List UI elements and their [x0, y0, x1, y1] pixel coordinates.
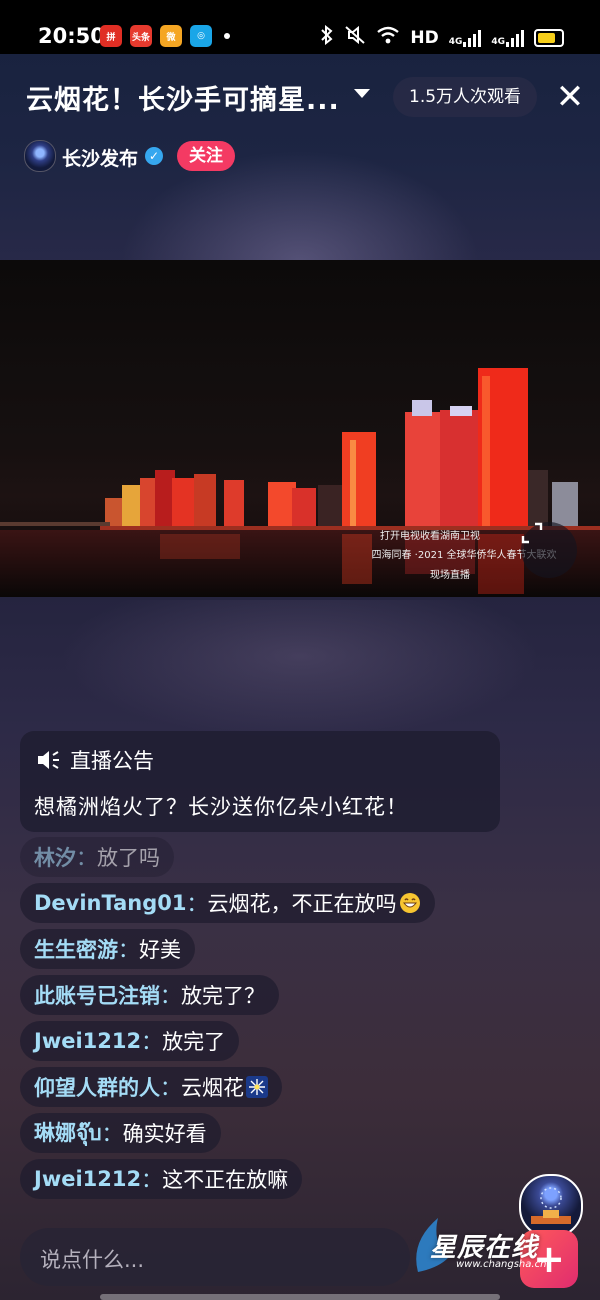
status-app-icons: 拼头条微 ◎ [100, 25, 230, 47]
follow-button[interactable]: 关注 [177, 141, 235, 171]
status-time: 20:50 [38, 24, 105, 48]
verified-icon: ✓ [145, 147, 163, 165]
signal-2: 4G [491, 29, 524, 47]
app-icon: ◎ [190, 25, 212, 47]
comment-item[interactable]: 琳娜จุ๊บ：确实好看 [20, 1113, 221, 1153]
comment-separator: ： [76, 846, 97, 870]
comment-item[interactable]: 生生密游：好美 [20, 929, 195, 969]
comment-text: 放了吗 [97, 846, 160, 870]
fireworks-emoji-icon [244, 1076, 268, 1098]
comment-separator: ： [141, 1168, 163, 1192]
comment-item[interactable]: 此账号已注销：放完了？ [20, 975, 279, 1015]
toutiao-icon: 头条 [130, 25, 152, 47]
weibo-icon: 微 [160, 25, 182, 47]
comment-item[interactable]: Jwei1212：这不正在放嘛 [20, 1159, 303, 1199]
bluetooth-icon [320, 24, 334, 50]
background-glow-lower [60, 600, 540, 740]
account-avatar[interactable] [24, 140, 56, 172]
status-indicators: HD 4G 4G [320, 24, 564, 50]
battery-icon [534, 28, 564, 47]
announcement-body: 想橘洲焰火了？长沙送你亿朵小红花！ [34, 795, 408, 819]
signal-bars-1-icon [463, 29, 482, 47]
comment-placeholder: 说点什么... [40, 1248, 145, 1272]
comment-text: 确实好看 [122, 1122, 207, 1146]
comment-text: 好美 [139, 938, 181, 962]
viewer-count: 1.5万人次观看 [393, 77, 538, 117]
comment-item[interactable]: Jwei1212：放完了 [20, 1021, 240, 1061]
more-notifications-icon [224, 33, 230, 39]
comment-item[interactable]: DevinTang01：云烟花，不正在放吗 [20, 883, 435, 923]
comment-username[interactable]: 仰望人群的人 [34, 1072, 160, 1102]
comment-username[interactable]: Jwei1212 [34, 1167, 141, 1191]
comment-separator: ： [160, 1076, 181, 1100]
announcement-title: 直播公告 [70, 749, 154, 773]
comment-username[interactable]: 此账号已注销 [34, 980, 160, 1010]
live-announcement: 直播公告 想橘洲焰火了？长沙送你亿朵小红花！ [20, 731, 500, 832]
hd-label: HD [410, 27, 439, 48]
comment-username[interactable]: Jwei1212 [34, 1029, 141, 1053]
comment-text: 这不正在放嘛 [162, 1168, 289, 1192]
comment-separator: ： [118, 938, 139, 962]
signal-bars-2-icon [506, 29, 524, 47]
expand-icon [521, 522, 543, 544]
account-name[interactable]: 长沙发布 [62, 144, 138, 171]
signal-1: 4G [449, 29, 482, 47]
comment-text: 放完了 [162, 1030, 226, 1054]
mute-icon [344, 25, 366, 50]
comment-text: 放完了？ [181, 984, 265, 1008]
comment-username[interactable]: 生生密游 [34, 934, 118, 964]
wifi-icon [376, 26, 400, 49]
comment-separator: ： [160, 984, 181, 1008]
comment-item[interactable]: 林汐：放了吗 [20, 837, 174, 877]
comment-username[interactable]: 琳娜จุ๊บ [34, 1117, 102, 1150]
network-type-1: 4G [448, 36, 463, 47]
comment-separator: ： [186, 892, 208, 916]
fullscreen-button[interactable] [521, 522, 577, 578]
close-button[interactable]: ✕ [555, 80, 585, 114]
watermark-url: www.changsha.cn [456, 1259, 547, 1270]
comment-item[interactable]: 仰望人群的人：云烟花 [20, 1067, 282, 1107]
announcement-header: 直播公告 [36, 745, 154, 775]
status-bar: 20:50 拼头条微 ◎ HD 4G 4G [0, 0, 600, 54]
pinduoduo-icon: 拼 [100, 25, 122, 47]
site-watermark: 星辰在线 www.changsha.cn [408, 1210, 583, 1290]
comment-input[interactable]: 说点什么... [20, 1228, 410, 1286]
comment-text: 云烟花，不正在放吗 [207, 892, 397, 916]
speaker-icon [38, 751, 59, 769]
comment-username[interactable]: 林汐 [34, 842, 76, 872]
comment-separator: ： [101, 1122, 123, 1146]
network-type-2: 4G [491, 36, 505, 47]
comment-list[interactable]: 林汐：放了吗 DevinTang01：云烟花，不正在放吗 生生密游：好美 此账号已注销… [20, 837, 500, 1205]
comment-separator: ： [141, 1030, 163, 1054]
home-indicator [100, 1294, 500, 1300]
title-dropdown-icon[interactable] [354, 89, 370, 98]
comment-text: 云烟花 [181, 1076, 244, 1100]
live-video[interactable]: 打开电视收看湖南卫视 四海同春 ·2021 全球华侨华人春节大联欢 现场直播 [0, 260, 600, 597]
grin-emoji-icon [397, 892, 421, 914]
live-title[interactable]: 云烟花！长沙手可摘星... [26, 78, 340, 117]
comment-username[interactable]: DevinTang01 [34, 891, 187, 915]
